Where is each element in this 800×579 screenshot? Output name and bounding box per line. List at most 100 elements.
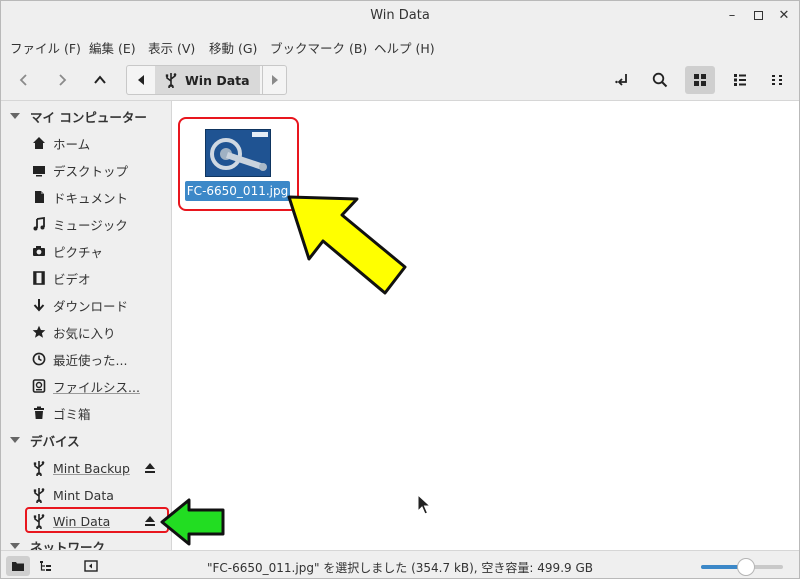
sidebar-item-filesystem[interactable]: ファイルシス... bbox=[23, 374, 168, 398]
sidebar-item-label: ピクチャ bbox=[53, 244, 103, 260]
sidebar-section-my-computer[interactable]: マイ コンピューター bbox=[1, 105, 147, 127]
section-title: デバイス bbox=[30, 433, 80, 449]
section-title: マイ コンピューター bbox=[30, 109, 147, 125]
home-icon bbox=[31, 135, 47, 151]
up-button[interactable] bbox=[85, 66, 115, 94]
forward-button[interactable] bbox=[47, 66, 77, 94]
file-view[interactable]: FC-6650_011.jpg bbox=[173, 101, 799, 550]
section-title: ネットワーク bbox=[30, 539, 106, 551]
maximize-icon bbox=[753, 11, 763, 20]
menu-edit[interactable]: 編集 (E) bbox=[89, 38, 136, 57]
sidebar-item-videos[interactable]: ビデオ bbox=[23, 266, 168, 290]
desktop-icon bbox=[31, 162, 47, 178]
sidebar-item-pictures[interactable]: ピクチャ bbox=[23, 239, 168, 263]
menu-file[interactable]: ファイル (F) bbox=[10, 38, 81, 57]
music-icon bbox=[31, 216, 47, 232]
usb-icon bbox=[165, 73, 177, 88]
zoom-slider[interactable] bbox=[701, 558, 783, 576]
status-text: "FC-6650_011.jpg" を選択しました (354.7 kB), 空き… bbox=[206, 561, 593, 575]
camera-icon bbox=[31, 243, 47, 259]
usb-icon bbox=[31, 460, 47, 476]
sidebar-item-music[interactable]: ミュージック bbox=[23, 212, 168, 236]
sidebar-device-mint-backup[interactable]: Mint Backup bbox=[23, 456, 168, 480]
sidebar-item-label: Mint Data bbox=[53, 487, 114, 503]
compact-list-icon bbox=[772, 75, 782, 85]
list-icon bbox=[734, 74, 746, 86]
triangle-left-icon bbox=[138, 75, 144, 85]
sidebar-item-label: ミュージック bbox=[53, 217, 128, 233]
video-icon bbox=[31, 270, 47, 286]
menu-help[interactable]: ヘルプ (H) bbox=[374, 38, 435, 57]
trash-icon bbox=[31, 405, 47, 421]
path-scroll-right-button[interactable] bbox=[262, 66, 286, 94]
sidebar-item-label: ビデオ bbox=[53, 271, 91, 287]
maximize-button[interactable] bbox=[748, 6, 768, 26]
status-bar: "FC-6650_011.jpg" を選択しました (354.7 kB), 空き… bbox=[1, 550, 799, 578]
search-icon bbox=[652, 72, 668, 88]
sidebar-section-devices[interactable]: デバイス bbox=[1, 429, 80, 451]
clock-icon bbox=[31, 351, 47, 367]
compact-view-button[interactable] bbox=[763, 66, 793, 94]
redirect-arrow-icon bbox=[615, 74, 627, 86]
sidebar-item-desktop[interactable]: デスクトップ bbox=[23, 158, 168, 182]
sidebar-item-label: Mint Backup bbox=[53, 460, 130, 476]
drive-icon bbox=[31, 378, 47, 394]
close-button[interactable]: ✕ bbox=[774, 6, 794, 26]
grid-icon bbox=[694, 74, 706, 86]
expand-triangle-icon bbox=[10, 113, 20, 119]
eject-button[interactable] bbox=[144, 461, 156, 475]
sidebar-item-downloads[interactable]: ダウンロード bbox=[23, 293, 168, 317]
minimize-button[interactable]: – bbox=[722, 6, 742, 26]
document-icon bbox=[31, 189, 47, 205]
path-bar: Win Data bbox=[126, 65, 287, 95]
expand-triangle-icon bbox=[10, 543, 20, 549]
sidebar-item-label: ゴミ箱 bbox=[53, 406, 91, 422]
expand-triangle-icon bbox=[10, 437, 20, 443]
download-icon bbox=[31, 297, 47, 313]
sidebar-device-mint-data[interactable]: Mint Data bbox=[23, 483, 168, 507]
sidebar-item-label: ファイルシス... bbox=[53, 379, 140, 395]
open-terminal-button[interactable] bbox=[607, 66, 637, 94]
highlight-box-win-data bbox=[25, 507, 169, 533]
sidebar-item-label: お気に入り bbox=[53, 325, 116, 341]
zoom-slider-handle[interactable] bbox=[737, 558, 756, 576]
sidebar: マイ コンピューター ホーム デスクトップ ドキュメント ミュージック ピクチャ… bbox=[1, 101, 172, 550]
window-title: Win Data bbox=[370, 8, 430, 23]
triangle-right-icon bbox=[271, 75, 278, 85]
menu-go[interactable]: 移動 (G) bbox=[209, 38, 257, 57]
sidebar-item-recent[interactable]: 最近使った... bbox=[23, 347, 168, 371]
path-scroll-left-button[interactable] bbox=[129, 66, 153, 94]
sidebar-item-home[interactable]: ホーム bbox=[23, 131, 168, 155]
usb-icon bbox=[31, 487, 47, 503]
sidebar-item-trash[interactable]: ゴミ箱 bbox=[23, 401, 168, 425]
search-button[interactable] bbox=[645, 66, 675, 94]
highlight-box-file bbox=[178, 117, 299, 211]
sidebar-item-label: ドキュメント bbox=[53, 190, 129, 206]
chevron-up-icon bbox=[94, 75, 106, 84]
breadcrumb-label: Win Data bbox=[185, 72, 250, 88]
sidebar-item-documents[interactable]: ドキュメント bbox=[23, 185, 168, 209]
list-view-button[interactable] bbox=[725, 66, 755, 94]
mouse-cursor-icon bbox=[417, 494, 431, 515]
sidebar-item-favorites[interactable]: お気に入り bbox=[23, 320, 168, 344]
sidebar-item-label: ダウンロード bbox=[53, 298, 129, 314]
menu-bookmarks[interactable]: ブックマーク (B) bbox=[270, 38, 367, 57]
back-button[interactable] bbox=[9, 66, 39, 94]
icon-view-button[interactable] bbox=[685, 66, 715, 94]
sidebar-section-network[interactable]: ネットワーク bbox=[1, 535, 105, 550]
chevron-right-icon bbox=[59, 74, 67, 86]
menu-view[interactable]: 表示 (V) bbox=[148, 38, 195, 57]
menu-bar: ファイル (F) 編集 (E) 表示 (V) 移動 (G) ブックマーク (B)… bbox=[1, 31, 799, 59]
toolbar: Win Data bbox=[1, 59, 799, 101]
chevron-left-icon bbox=[19, 74, 27, 86]
breadcrumb-current[interactable]: Win Data bbox=[155, 66, 260, 94]
minimize-icon: – bbox=[728, 8, 736, 23]
file-manager-window: Win Data – ✕ ファイル (F) 編集 (E) 表示 (V) 移動 (… bbox=[0, 0, 800, 579]
close-icon: ✕ bbox=[778, 8, 790, 23]
title-bar: Win Data – ✕ bbox=[1, 1, 799, 31]
eject-icon bbox=[145, 463, 155, 473]
sidebar-item-label: デスクトップ bbox=[53, 163, 129, 179]
star-icon bbox=[31, 324, 47, 340]
sidebar-item-label: ホーム bbox=[53, 136, 91, 152]
sidebar-item-label: 最近使った... bbox=[53, 352, 128, 368]
